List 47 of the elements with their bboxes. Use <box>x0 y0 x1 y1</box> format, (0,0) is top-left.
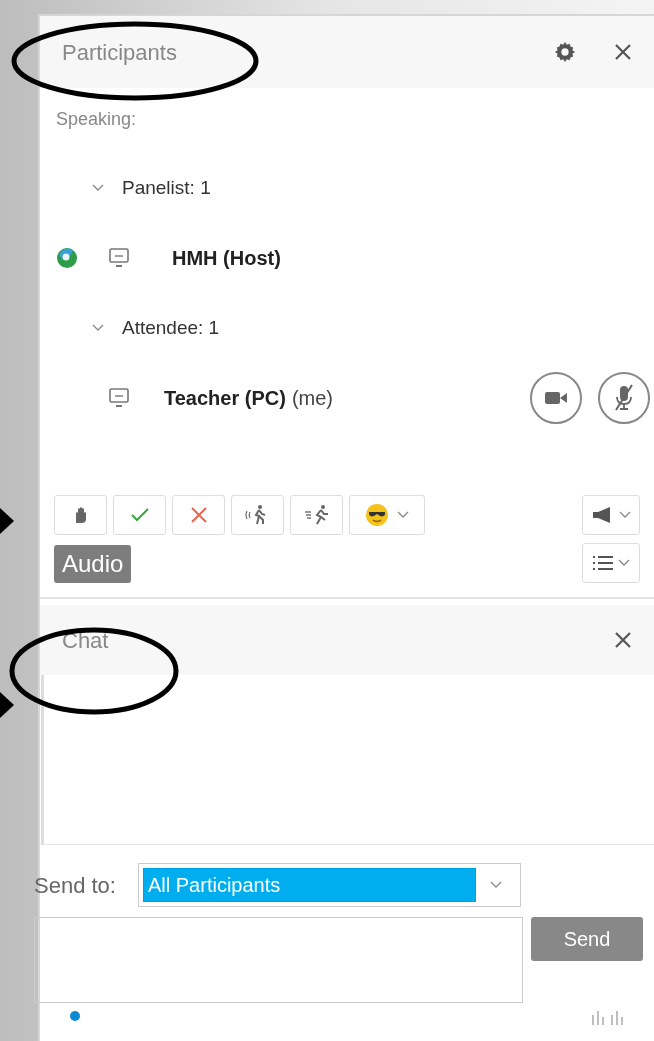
panel-title: Participants <box>62 38 178 67</box>
group-header[interactable]: Panelist: 1 <box>40 153 654 223</box>
message-field[interactable] <box>34 917 523 1003</box>
chevron-icon <box>490 881 502 889</box>
close-icon[interactable] <box>614 43 632 61</box>
send-button[interactable]: Send <box>531 917 643 961</box>
sunglasses-face-icon <box>365 503 389 527</box>
chevron-icon <box>619 511 631 519</box>
running-person-icon <box>303 504 330 526</box>
list-menu-button[interactable] <box>582 543 640 583</box>
presenter-ball-icon <box>56 247 78 269</box>
reaction-button[interactable] <box>54 495 107 535</box>
reaction-button[interactable] <box>290 495 343 535</box>
video-button[interactable] <box>530 372 582 424</box>
mic-button[interactable] <box>598 372 650 424</box>
audio-level-icon <box>590 1011 624 1025</box>
participant-row[interactable]: HMH (Host) <box>40 223 654 293</box>
close-icon[interactable] <box>614 631 632 649</box>
arrow-head-icon <box>0 692 14 718</box>
send-to-label: Send to: <box>34 871 117 900</box>
reaction-button[interactable] <box>113 495 166 535</box>
check-icon <box>129 507 150 523</box>
camera-icon <box>544 390 568 406</box>
panel-title: Chat <box>62 626 110 655</box>
reaction-button[interactable] <box>349 495 425 535</box>
speaking-label: Speaking: <box>56 109 137 129</box>
chevron-icon <box>92 184 104 192</box>
participant-row[interactable]: Teacher (PC) (me) <box>40 363 654 433</box>
reaction-button[interactable] <box>231 495 284 535</box>
chevron-icon <box>618 559 630 567</box>
monitor-icon <box>108 247 130 269</box>
chevron-icon <box>92 324 104 332</box>
cross-icon <box>189 506 208 524</box>
chevron-icon <box>397 511 409 519</box>
broadcast-menu-button[interactable] <box>582 495 640 535</box>
reaction-button[interactable] <box>172 495 225 535</box>
participant-name: Teacher (PC) <box>164 387 286 409</box>
arrow-head-icon <box>0 508 14 534</box>
settings-icon[interactable] <box>554 41 576 63</box>
audio-badge: Audio <box>54 545 132 583</box>
muted-mic-icon <box>613 384 635 412</box>
participant-name: HMH (Host) <box>172 247 281 269</box>
dot-icon <box>70 1011 80 1021</box>
monitor-icon <box>108 387 130 409</box>
group-header[interactable]: Attendee: 1 <box>40 293 654 363</box>
list-icon <box>592 555 614 571</box>
participant-note: (me) <box>291 387 333 409</box>
